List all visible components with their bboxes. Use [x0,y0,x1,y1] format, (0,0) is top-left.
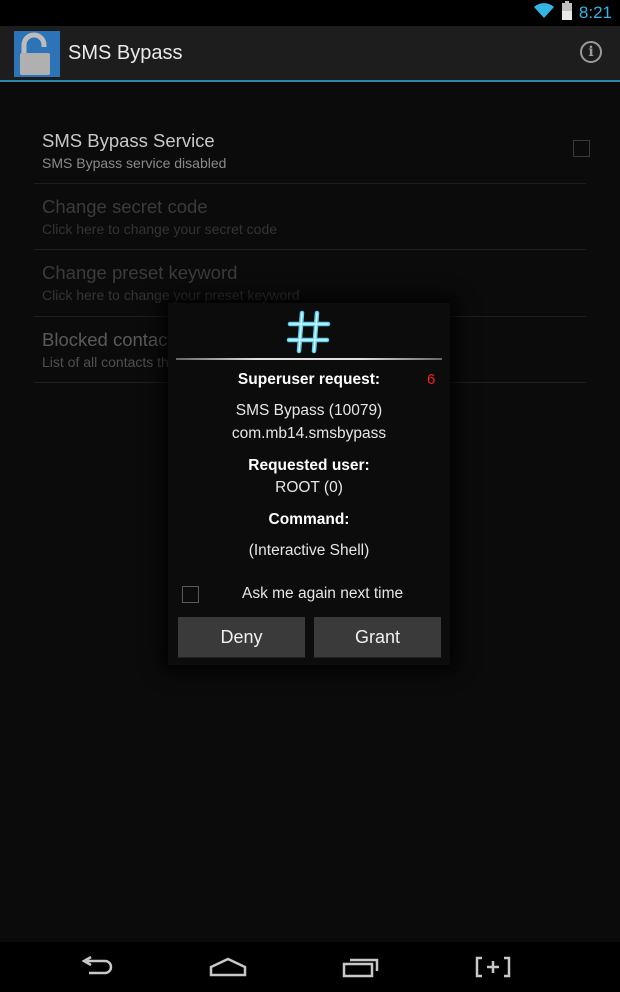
dialog-heading: Superuser request: [237,371,381,388]
service-checkbox[interactable] [573,140,590,157]
status-icons: 8:21 [533,0,612,26]
pref-summary: Click here to change your secret code [42,221,278,237]
action-bar: SMS Bypass i [0,26,620,82]
command-value: (Interactive Shell) [248,542,370,559]
ask-again-label[interactable]: Ask me again next time [242,585,403,603]
hash-icon [284,309,334,355]
deny-button[interactable]: Deny [178,617,305,658]
pref-summary: Click here to change your preset keyword [42,287,300,303]
info-icon[interactable]: i [580,41,602,63]
requested-user-value: ROOT (0) [275,479,343,496]
screenshot-icon[interactable] [463,942,523,992]
navigation-bar [0,942,620,992]
dialog-divider [176,358,442,360]
pref-change-secret-code[interactable]: Change secret code Click here to change … [34,183,586,250]
padlock-icon[interactable] [14,31,60,77]
superuser-dialog: Superuser request: 6 SMS Bypass (10079) … [168,303,450,665]
pref-sms-bypass-service[interactable]: SMS Bypass Service SMS Bypass service di… [34,117,586,184]
status-clock: 8:21 [578,3,612,22]
pref-title: SMS Bypass Service [42,130,215,151]
pref-title: Blocked contacts [42,329,182,350]
pref-title: Change preset keyword [42,262,238,283]
command-label: Command: [268,511,350,528]
requesting-app-name: SMS Bypass (10079) [235,402,383,419]
home-icon[interactable] [198,942,258,992]
back-icon[interactable] [67,942,127,992]
status-bar: 8:21 [0,0,620,26]
wifi-icon [533,2,555,25]
recents-icon[interactable] [331,942,391,992]
pref-title: Change secret code [42,196,208,217]
requesting-package: com.mb14.smsbypass [231,425,387,442]
ask-again-checkbox[interactable] [182,586,199,603]
countdown-timer: 6 [427,371,436,388]
battery-icon [561,0,573,26]
grant-button[interactable]: Grant [314,617,441,658]
pref-summary: SMS Bypass service disabled [42,155,227,171]
requested-user-label: Requested user: [248,457,370,474]
app-title: SMS Bypass [68,42,183,64]
